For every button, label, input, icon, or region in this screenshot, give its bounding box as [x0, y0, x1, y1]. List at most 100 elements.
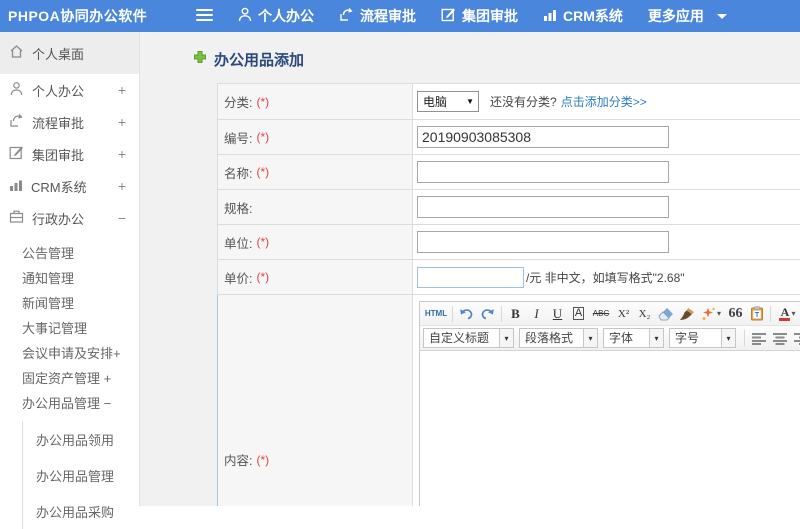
sidebar-submenu-admin: 公告管理 通知管理 新闻管理 大事记管理 会议申请及安排+ 固定资产管理 + 办… — [0, 240, 139, 529]
sidebar-item-fixed-assets[interactable]: 固定资产管理 + — [0, 365, 139, 390]
caret-down-icon: ▾ — [721, 329, 735, 347]
supplies-add-form: 分类: (*) 电脑 ▼ 还没有分类? 点击添加分类>> 编号: (*) — [217, 83, 800, 506]
spec-input[interactable] — [417, 196, 669, 218]
form-row-content: 内容: (*) HTML B I U A ABC — [217, 295, 800, 506]
form-row-category: 分类: (*) 电脑 ▼ 还没有分类? 点击添加分类>> — [217, 84, 800, 120]
nav-workflow-approval[interactable]: 流程审批 — [339, 6, 416, 26]
nav-crm-system[interactable]: CRM系统 — [543, 6, 623, 26]
field-label-price: 单价: — [224, 268, 252, 287]
sidebar-item-announcements[interactable]: 公告管理 — [0, 240, 139, 265]
sidebar-item-news[interactable]: 新闻管理 — [0, 290, 139, 315]
required-marker: (*) — [256, 270, 269, 284]
price-input[interactable] — [417, 267, 524, 288]
bold-button[interactable]: B — [505, 304, 526, 323]
required-marker: (*) — [256, 95, 269, 109]
sidebar-item-admin-office[interactable]: 行政办公 − — [0, 202, 139, 234]
align-center-icon[interactable] — [769, 329, 790, 348]
form-row-unit: 单位: (*) — [217, 225, 800, 260]
field-label-content: 内容: — [224, 450, 252, 469]
category-select-value: 电脑 — [423, 93, 447, 110]
editor-content-area[interactable] — [420, 351, 800, 506]
nav-more-apps[interactable]: 更多应用 — [648, 6, 727, 26]
page-title-text: 办公用品添加 — [214, 49, 304, 70]
font-family-dropdown[interactable]: 字体▾ — [603, 328, 664, 348]
nav-label: 流程审批 — [360, 6, 416, 26]
sidebar-item-label: 通知管理 — [22, 268, 74, 287]
expand-plus-icon[interactable]: + — [118, 146, 126, 162]
sidebar-item-supplies-purchase[interactable]: 办公用品采购 — [23, 493, 139, 529]
align-right-icon[interactable] — [790, 329, 800, 348]
font-color-button[interactable]: A▾ — [774, 304, 800, 323]
flow-icon — [9, 113, 32, 131]
paste-clipboard-icon[interactable]: T — [746, 304, 767, 323]
chart-icon — [9, 178, 31, 195]
form-row-price: 单价: (*) /元 非中文，如填写格式"2.68" — [217, 260, 800, 295]
underline-button[interactable]: U — [547, 304, 568, 323]
expand-plus-icon[interactable]: + — [118, 178, 126, 194]
subscript-button[interactable]: X₂ — [634, 304, 655, 323]
compose-icon — [441, 7, 462, 25]
redo-button[interactable] — [477, 304, 498, 323]
expand-plus-icon[interactable]: + — [118, 82, 126, 98]
caret-down-icon: ▾ — [717, 309, 721, 318]
sidebar-item-label: 固定资产管理 + — [22, 368, 111, 387]
remove-format-eraser-icon[interactable] — [655, 304, 676, 323]
sidebar-item-label: 行政办公 — [32, 209, 84, 228]
paragraph-format-dropdown[interactable]: 段落格式▾ — [519, 328, 598, 348]
sidebar-item-notices[interactable]: 通知管理 — [0, 265, 139, 290]
auto-typeset-wand-icon[interactable]: ▾ — [697, 304, 725, 323]
add-category-link[interactable]: 点击添加分类>> — [561, 93, 647, 110]
expand-plus-icon[interactable]: + — [118, 114, 126, 130]
format-painter-brush-icon[interactable] — [676, 304, 697, 323]
sidebar-item-desktop[interactable]: 个人桌面 — [0, 32, 139, 74]
menu-toggle-icon[interactable] — [196, 9, 213, 23]
sidebar-item-group-approval[interactable]: 集团审批 + — [0, 138, 139, 170]
sidebar-item-supplies-manage[interactable]: 办公用品管理 — [23, 457, 139, 493]
sidebar-item-label: 新闻管理 — [22, 293, 74, 312]
strikethrough-button[interactable]: ABC — [589, 304, 613, 323]
form-row-spec: 规格: — [217, 190, 800, 225]
required-marker: (*) — [256, 453, 269, 467]
rich-text-editor: HTML B I U A ABC X² X₂ ▾ — [419, 301, 800, 506]
superscript-button[interactable]: X² — [613, 304, 634, 323]
collapse-minus-icon[interactable]: − — [118, 210, 126, 226]
category-select[interactable]: 电脑 ▼ — [417, 91, 479, 112]
caret-down-icon: ▾ — [499, 329, 513, 347]
name-input[interactable] — [417, 161, 669, 183]
undo-button[interactable] — [456, 304, 477, 323]
caret-down-icon: ▾ — [583, 329, 597, 347]
char-border-button[interactable]: A — [568, 304, 589, 323]
sidebar-item-label: 办公用品管理 − — [22, 393, 111, 412]
sidebar-item-label: 办公用品采购 — [36, 502, 114, 521]
sidebar-item-meetings[interactable]: 会议申请及安排+ — [0, 340, 139, 365]
nav-label: CRM系统 — [563, 6, 623, 26]
custom-title-dropdown[interactable]: 自定义标题▾ — [423, 328, 514, 348]
sidebar-item-label: 个人桌面 — [32, 44, 84, 63]
field-label-code: 编号: — [224, 128, 252, 147]
sidebar-item-label: 办公用品管理 — [36, 466, 114, 485]
field-label-unit: 单位: — [224, 233, 252, 252]
category-hint: 还没有分类? — [490, 93, 557, 110]
font-size-dropdown[interactable]: 字号▾ — [669, 328, 736, 348]
sidebar-item-label: 流程审批 — [32, 113, 84, 132]
required-marker: (*) — [256, 235, 269, 249]
sidebar-item-supplies-claim[interactable]: 办公用品领用 — [23, 421, 139, 457]
sidebar-item-office-supplies[interactable]: 办公用品管理 − — [0, 390, 139, 415]
sidebar-item-personal-office[interactable]: 个人办公 + — [0, 74, 139, 106]
code-input[interactable] — [417, 126, 669, 148]
source-code-button[interactable]: HTML — [423, 304, 449, 323]
compose-icon — [9, 145, 32, 163]
nav-label: 集团审批 — [462, 6, 518, 26]
sidebar-item-memorabilia[interactable]: 大事记管理 — [0, 315, 139, 340]
unit-input[interactable] — [417, 231, 669, 253]
sidebar-item-crm[interactable]: CRM系统 + — [0, 170, 139, 202]
align-left-icon[interactable] — [748, 329, 769, 348]
sidebar-item-workflow-approval[interactable]: 流程审批 + — [0, 106, 139, 138]
nav-personal-office[interactable]: 个人办公 — [238, 6, 314, 26]
italic-button[interactable]: I — [526, 304, 547, 323]
nav-group-approval[interactable]: 集团审批 — [441, 6, 518, 26]
caret-down-icon: ▾ — [649, 329, 663, 347]
sidebar-item-label: 办公用品领用 — [36, 430, 114, 449]
blockquote-button[interactable]: 66 — [725, 304, 746, 323]
form-row-code: 编号: (*) — [217, 120, 800, 155]
